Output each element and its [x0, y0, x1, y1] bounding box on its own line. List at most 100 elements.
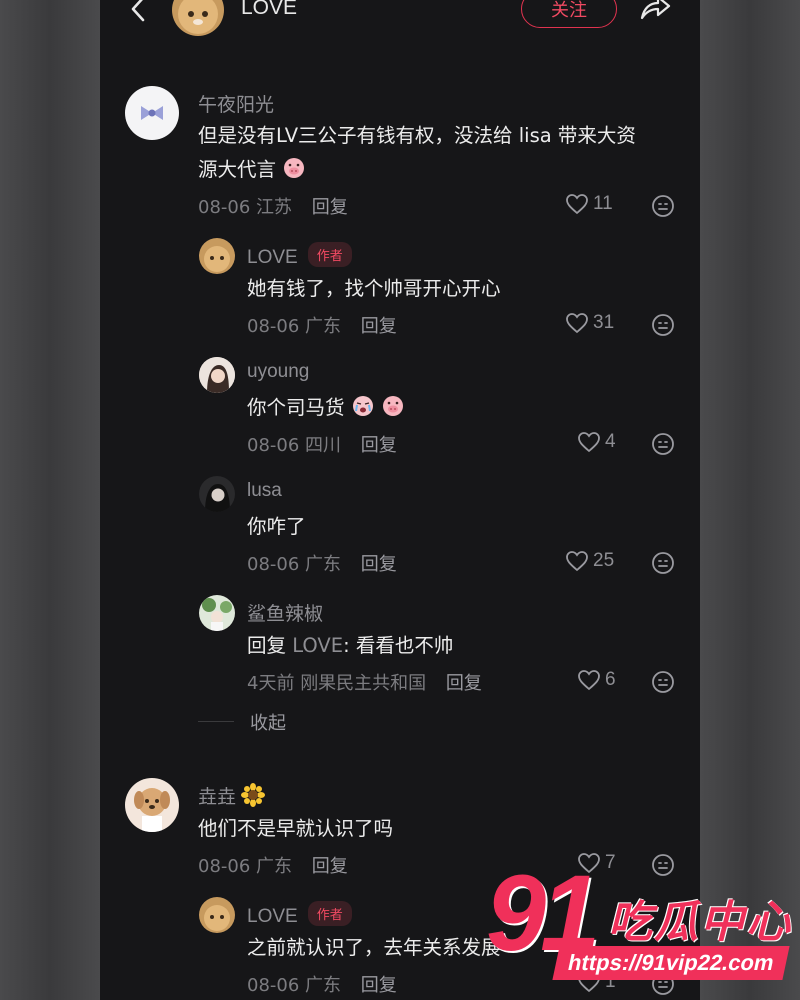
commenter-avatar[interactable] [199, 595, 235, 631]
comment-text: 但是没有LV三公子有钱有权，没法给 lisa 带来大资 [198, 119, 636, 153]
comment-date: 08-06 [198, 856, 251, 877]
like-count: 4 [605, 431, 616, 452]
comment-date: 08-06 [247, 554, 300, 575]
back-arrow-icon[interactable] [128, 0, 148, 24]
comment-date: 08-06 [198, 197, 251, 218]
reply-button[interactable]: 回复 [312, 856, 348, 877]
author-avatar[interactable] [172, 0, 224, 36]
comment-location: 江苏 [256, 197, 293, 218]
commenter-avatar[interactable] [199, 238, 235, 274]
crying-face-emoji-icon [352, 396, 373, 416]
follow-button[interactable]: 关注 [521, 0, 617, 28]
reply-button[interactable]: 回复 [446, 673, 482, 694]
reply-button[interactable]: 回复 [361, 316, 397, 337]
commenter-avatar[interactable] [125, 778, 179, 832]
heart-icon [566, 551, 588, 572]
comment-date: 08-06 [247, 316, 300, 337]
commenter-name[interactable]: lusa [247, 480, 282, 502]
commenter-name-text[interactable]: LOVE [247, 247, 298, 268]
commenter-name[interactable]: 午夜阳光 [198, 90, 274, 117]
reply-button[interactable]: 回复 [361, 975, 397, 996]
watermark: 91 吃瓜中心 https://91vip22.com [486, 852, 796, 990]
commenter-name: LOVE 作者 [247, 901, 352, 928]
comment-meta: 08-06 广东 回复 [198, 852, 348, 878]
like-button[interactable]: 4 [577, 431, 616, 453]
collapse-divider [198, 721, 234, 722]
reply-to-name[interactable]: LOVE [292, 634, 343, 657]
comment-meta: 08-06 广东 回复 [247, 550, 397, 576]
comment-text: 她有钱了，找个帅哥开心开心 [247, 277, 501, 300]
commenter-name[interactable]: 鲨鱼辣椒 [247, 599, 323, 626]
author-badge: 作者 [307, 242, 352, 267]
heart-icon [566, 313, 588, 334]
comment-meta: 08-06 广东 回复 [247, 312, 397, 338]
like-count: 11 [593, 193, 613, 214]
reply-colon: : [343, 634, 356, 657]
share-icon[interactable] [638, 0, 672, 22]
commenter-name: 垚垚 [198, 782, 266, 809]
comment-text: 你个司马货 [247, 391, 405, 425]
emoji-reaction-icon[interactable] [651, 670, 675, 694]
heart-icon [566, 194, 588, 215]
bow-icon [141, 106, 163, 120]
like-count: 6 [605, 669, 616, 690]
pig-face-emoji-icon [382, 396, 403, 416]
like-button[interactable]: 11 [565, 193, 613, 215]
right-backdrop [700, 0, 800, 1000]
comment-location: 广东 [256, 856, 293, 877]
page-title: LOVE [241, 0, 298, 19]
comment-text: 他们不是早就认识了吗 [198, 817, 394, 840]
reply-button[interactable]: 回复 [361, 554, 397, 575]
reply-button[interactable]: 回复 [361, 435, 397, 456]
comment-location: 广东 [305, 554, 342, 575]
heart-icon [578, 670, 600, 691]
collapse-replies-button[interactable]: 收起 [250, 709, 286, 735]
commenter-avatar[interactable] [125, 86, 179, 140]
reply-button[interactable]: 回复 [312, 197, 348, 218]
comment-date: 08-06 [247, 975, 300, 996]
comment-text: 之前就认识了，去年关系发展 [247, 936, 501, 959]
commenter-name: LOVE 作者 [247, 242, 352, 269]
like-count: 25 [593, 550, 615, 571]
sunflower-emoji-icon [241, 783, 266, 807]
emoji-reaction-icon[interactable] [651, 551, 675, 575]
watermark-text: 吃瓜中心 [608, 897, 792, 948]
comment-text-line: 看看也不帅 [355, 634, 454, 657]
like-button[interactable]: 25 [565, 550, 614, 572]
emoji-reaction-icon[interactable] [651, 432, 675, 456]
comment-date: 4天前 [247, 673, 295, 694]
emoji-reaction-icon[interactable] [651, 313, 675, 337]
comment-text-line: 源大代言 [198, 158, 277, 181]
like-button[interactable]: 6 [577, 669, 616, 691]
author-badge: 作者 [307, 901, 352, 926]
commenter-avatar[interactable] [199, 357, 235, 393]
pig-face-emoji-icon [284, 158, 305, 178]
heart-icon [578, 432, 600, 453]
top-bar: LOVE 关注 [100, 0, 700, 40]
comment-meta: 08-06 广东 回复 [247, 971, 397, 997]
comment-screen: LOVE 关注 午夜阳光 但是没有LV三公子有钱有权，没法给 lisa 带来大资… [100, 0, 700, 1000]
comment-location: 刚果民主共和国 [300, 673, 427, 694]
comment-location: 广东 [305, 316, 342, 337]
comment-date: 08-06 [247, 435, 300, 456]
commenter-name[interactable]: uyoung [247, 361, 309, 383]
comment-location: 广东 [305, 975, 342, 996]
comment-meta: 4天前 刚果民主共和国 回复 [247, 669, 482, 695]
comment-text: 源大代言 [198, 153, 306, 187]
comment-location: 四川 [305, 435, 342, 456]
comment-meta: 08-06 四川 回复 [247, 431, 397, 457]
left-backdrop [0, 0, 100, 1000]
commenter-avatar[interactable] [199, 476, 235, 512]
emoji-reaction-icon[interactable] [651, 194, 675, 218]
comment-text: 你咋了 [247, 515, 306, 538]
like-count: 31 [593, 312, 615, 333]
commenter-name-text[interactable]: 垚垚 [198, 787, 236, 808]
commenter-avatar[interactable] [199, 897, 235, 933]
comment-meta: 08-06 江苏 回复 [198, 193, 348, 219]
reply-prefix: 回复 [247, 634, 287, 657]
comment-text: 回复 LOVE: 看看也不帅 [247, 629, 453, 663]
watermark-url: https://91vip22.com [552, 946, 790, 980]
like-button[interactable]: 31 [565, 312, 614, 334]
comment-text-line: 你个司马货 [247, 396, 345, 419]
commenter-name-text[interactable]: LOVE [247, 906, 298, 927]
